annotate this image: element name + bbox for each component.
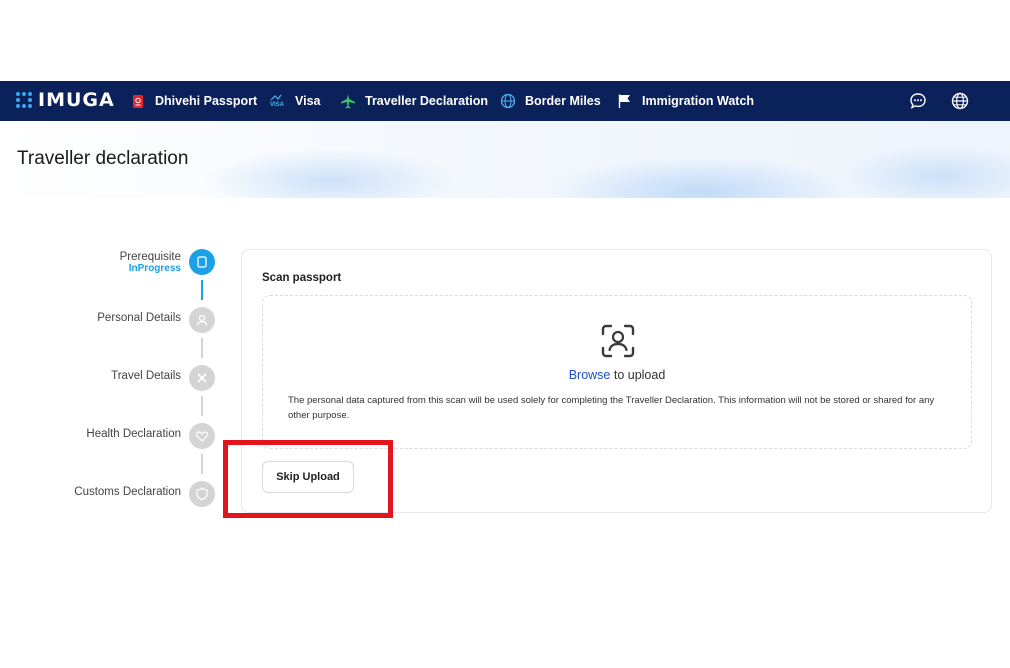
nav-item-immigration-watch[interactable]: Immigration Watch [617,81,754,121]
section-title: Scan passport [262,272,342,284]
nav-item-visa[interactable]: VISA Visa [268,81,321,121]
page-title: Traveller declaration [17,148,189,169]
browse-link[interactable]: Browse [569,368,611,382]
step-health-declaration[interactable]: Health Declaration [86,423,215,453]
step-prerequisite[interactable]: Prerequisite InProgress [120,249,215,279]
nav-item-label: Border Miles [525,94,601,108]
privacy-disclaimer: The personal data captured from this sca… [288,395,935,421]
face-scan-icon [600,323,636,359]
step-status-badge: InProgress [128,263,181,274]
language-globe-icon[interactable] [950,91,970,111]
upload-dropzone[interactable]: Browse to upload The personal data captu… [262,295,972,449]
step-connector [201,338,203,358]
globe-network-icon [500,93,516,109]
document-icon [189,249,215,275]
step-label: Customs Declaration [74,486,181,498]
upload-prompt: Browse to upload [263,368,971,382]
step-customs-declaration[interactable]: Customs Declaration [74,481,215,511]
passport-icon [130,93,146,109]
nav-item-label: Immigration Watch [642,94,755,108]
step-label: Prerequisite [119,251,181,263]
step-connector [201,280,203,300]
step-connector [201,454,203,474]
step-travel-details[interactable]: Travel Details [111,365,215,395]
visa-icon: VISA [268,93,286,109]
nav-item-traveller-declaration[interactable]: Traveller Declaration [340,81,488,121]
step-connector [201,396,203,416]
nav-item-label: Visa [295,94,321,108]
nav-item-border-miles[interactable]: Border Miles [500,81,601,121]
visa-icon-text: VISA [269,102,284,108]
chat-icon[interactable] [908,91,928,111]
logo-dots-icon [16,92,32,108]
nav-item-dhivehi-passport[interactable]: Dhivehi Passport [130,81,257,121]
user-icon [189,307,215,333]
step-personal-details[interactable]: Personal Details [97,307,215,337]
highlight-annotation-box [223,440,393,518]
step-label: Travel Details [111,370,181,382]
nav-item-label: Dhivehi Passport [155,94,258,108]
airplane-icon [340,93,356,109]
shield-icon [189,481,215,507]
step-label: Health Declaration [86,428,181,440]
upload-prompt-suffix: to upload [610,368,666,382]
nav-item-label: Traveller Declaration [365,94,488,108]
logo-text: IMUGA [38,89,115,111]
heart-icon [189,423,215,449]
flag-icon [617,93,633,109]
imuga-logo[interactable]: IMUGA [16,89,115,111]
airplane-icon [189,365,215,391]
step-label: Personal Details [97,312,181,324]
top-navbar: IMUGA Dhivehi Passport VISA Visa Travell… [0,81,1010,121]
